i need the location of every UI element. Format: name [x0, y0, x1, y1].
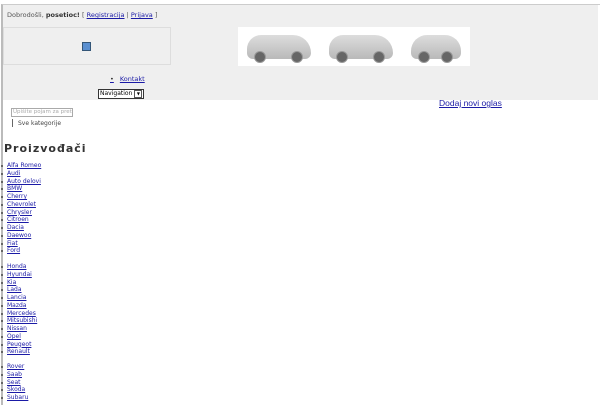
manufacturer-link[interactable]: Hyundai — [7, 271, 32, 278]
manufacturer-link[interactable]: Cherry — [7, 193, 27, 200]
welcome-text: Dobrodošli, — [7, 11, 44, 19]
manufacturer-link[interactable]: Rover — [7, 363, 24, 370]
list-item: Peugeot — [0, 341, 37, 349]
list-item: Chevrolet — [0, 201, 41, 209]
list-item: Mercedes — [0, 310, 37, 318]
welcome-bar: Dobrodošli, posetioc! [ Registracija | P… — [7, 11, 157, 19]
list-item: Kia — [0, 279, 37, 287]
chevron-down-icon: ▼ — [134, 90, 143, 98]
car-image — [247, 34, 311, 63]
list-item: Daewoo — [0, 232, 41, 240]
list-item: Honda — [0, 263, 37, 271]
list-item: Audi — [0, 170, 41, 178]
manufacturer-link[interactable]: Seat — [7, 379, 21, 386]
login-link[interactable]: Prijava — [131, 11, 153, 19]
manufacturer-link[interactable]: Dacia — [7, 224, 24, 231]
list-item: Subaru — [0, 394, 28, 402]
manufacturer-link[interactable]: Mitsubishi — [7, 317, 37, 324]
manufacturer-link[interactable]: Kia — [7, 279, 16, 286]
list-item: Alfa Romeo — [0, 162, 41, 170]
navigation-select-value: Navigation — [100, 90, 133, 97]
manufacturer-link[interactable]: Saab — [7, 371, 22, 378]
list-item: Auto delovi — [0, 178, 41, 186]
manufacturer-link[interactable]: Mazda — [7, 302, 27, 309]
separator: | — [126, 11, 129, 19]
manufacturer-list: Honda Hyundai Kia Lada Lancia Mazda Mercedes Mi… — [0, 263, 37, 356]
list-item: Seat — [0, 379, 28, 387]
navigation-select[interactable]: Navigation ▼ — [98, 89, 145, 99]
manufacturer-link[interactable]: Audi — [7, 170, 20, 177]
manufacturer-link[interactable]: Fiat — [7, 240, 18, 247]
add-listing-link[interactable]: Dodaj novi oglas — [439, 98, 502, 108]
list-item: Škoda — [0, 386, 28, 394]
nav-item-kontakt[interactable]: Kontakt — [110, 75, 145, 83]
list-item: Opel — [0, 333, 37, 341]
manufacturer-link[interactable]: Nissan — [7, 325, 27, 332]
list-item: Mazda — [0, 302, 37, 310]
category-select[interactable]: Sve kategorije — [12, 119, 61, 127]
list-item: Renault — [0, 348, 37, 356]
list-item: Lada — [0, 286, 37, 294]
user-name: posetioc! — [45, 11, 80, 19]
manufacturer-link[interactable]: Škoda — [7, 386, 25, 393]
register-link[interactable]: Registracija — [87, 11, 125, 19]
car-image — [329, 34, 393, 63]
car-image — [411, 34, 461, 63]
manufacturer-link[interactable]: Opel — [7, 333, 21, 340]
bracket: ] — [154, 11, 158, 19]
manufacturer-link[interactable]: Chrysler — [7, 209, 32, 216]
manufacturer-link[interactable]: Peugeot — [7, 341, 31, 348]
list-item: Rover — [0, 363, 28, 371]
bracket: [ — [81, 11, 85, 19]
list-item: Citroen — [0, 216, 41, 224]
manufacturer-link[interactable]: Ford — [7, 247, 20, 254]
manufacturer-link[interactable]: Mercedes — [7, 310, 36, 317]
manufacturer-link[interactable]: Lancia — [7, 294, 26, 301]
manufacturer-link[interactable]: Lada — [7, 286, 22, 293]
manufacturer-link[interactable]: Renault — [7, 348, 30, 355]
list-item: Cherry — [0, 193, 41, 201]
list-item: Mitsubishi — [0, 317, 37, 325]
manufacturer-link[interactable]: Auto delovi — [7, 178, 41, 185]
list-item: Nissan — [0, 325, 37, 333]
manufacturer-link[interactable]: Daewoo — [7, 232, 31, 239]
list-item: BMW — [0, 185, 41, 193]
search-input[interactable]: Upišite pojam za pretraživanje — [11, 108, 73, 117]
list-item: Chrysler — [0, 209, 41, 217]
manufacturer-list: Alfa Romeo Audi Auto delovi BMW Cherry Chevro… — [0, 162, 41, 255]
manufacturer-link[interactable]: BMW — [7, 185, 22, 192]
list-item: Saab — [0, 371, 28, 379]
broken-image-icon — [82, 42, 91, 51]
manufacturer-link[interactable]: Honda — [7, 263, 26, 270]
cars-banner-image — [238, 27, 470, 66]
list-item: Fiat — [0, 240, 41, 248]
manufacturer-list: Rover Saab Seat Škoda Subaru — [0, 363, 28, 402]
manufacturer-link[interactable]: Citroen — [7, 216, 29, 223]
list-item: Hyundai — [0, 271, 37, 279]
list-item: Dacia — [0, 224, 41, 232]
manufacturers-title: Proizvođači — [4, 142, 87, 155]
manufacturer-link[interactable]: Alfa Romeo — [7, 162, 41, 169]
list-item: Lancia — [0, 294, 37, 302]
list-item: Ford — [0, 247, 41, 255]
manufacturer-link[interactable]: Chevrolet — [7, 201, 36, 208]
